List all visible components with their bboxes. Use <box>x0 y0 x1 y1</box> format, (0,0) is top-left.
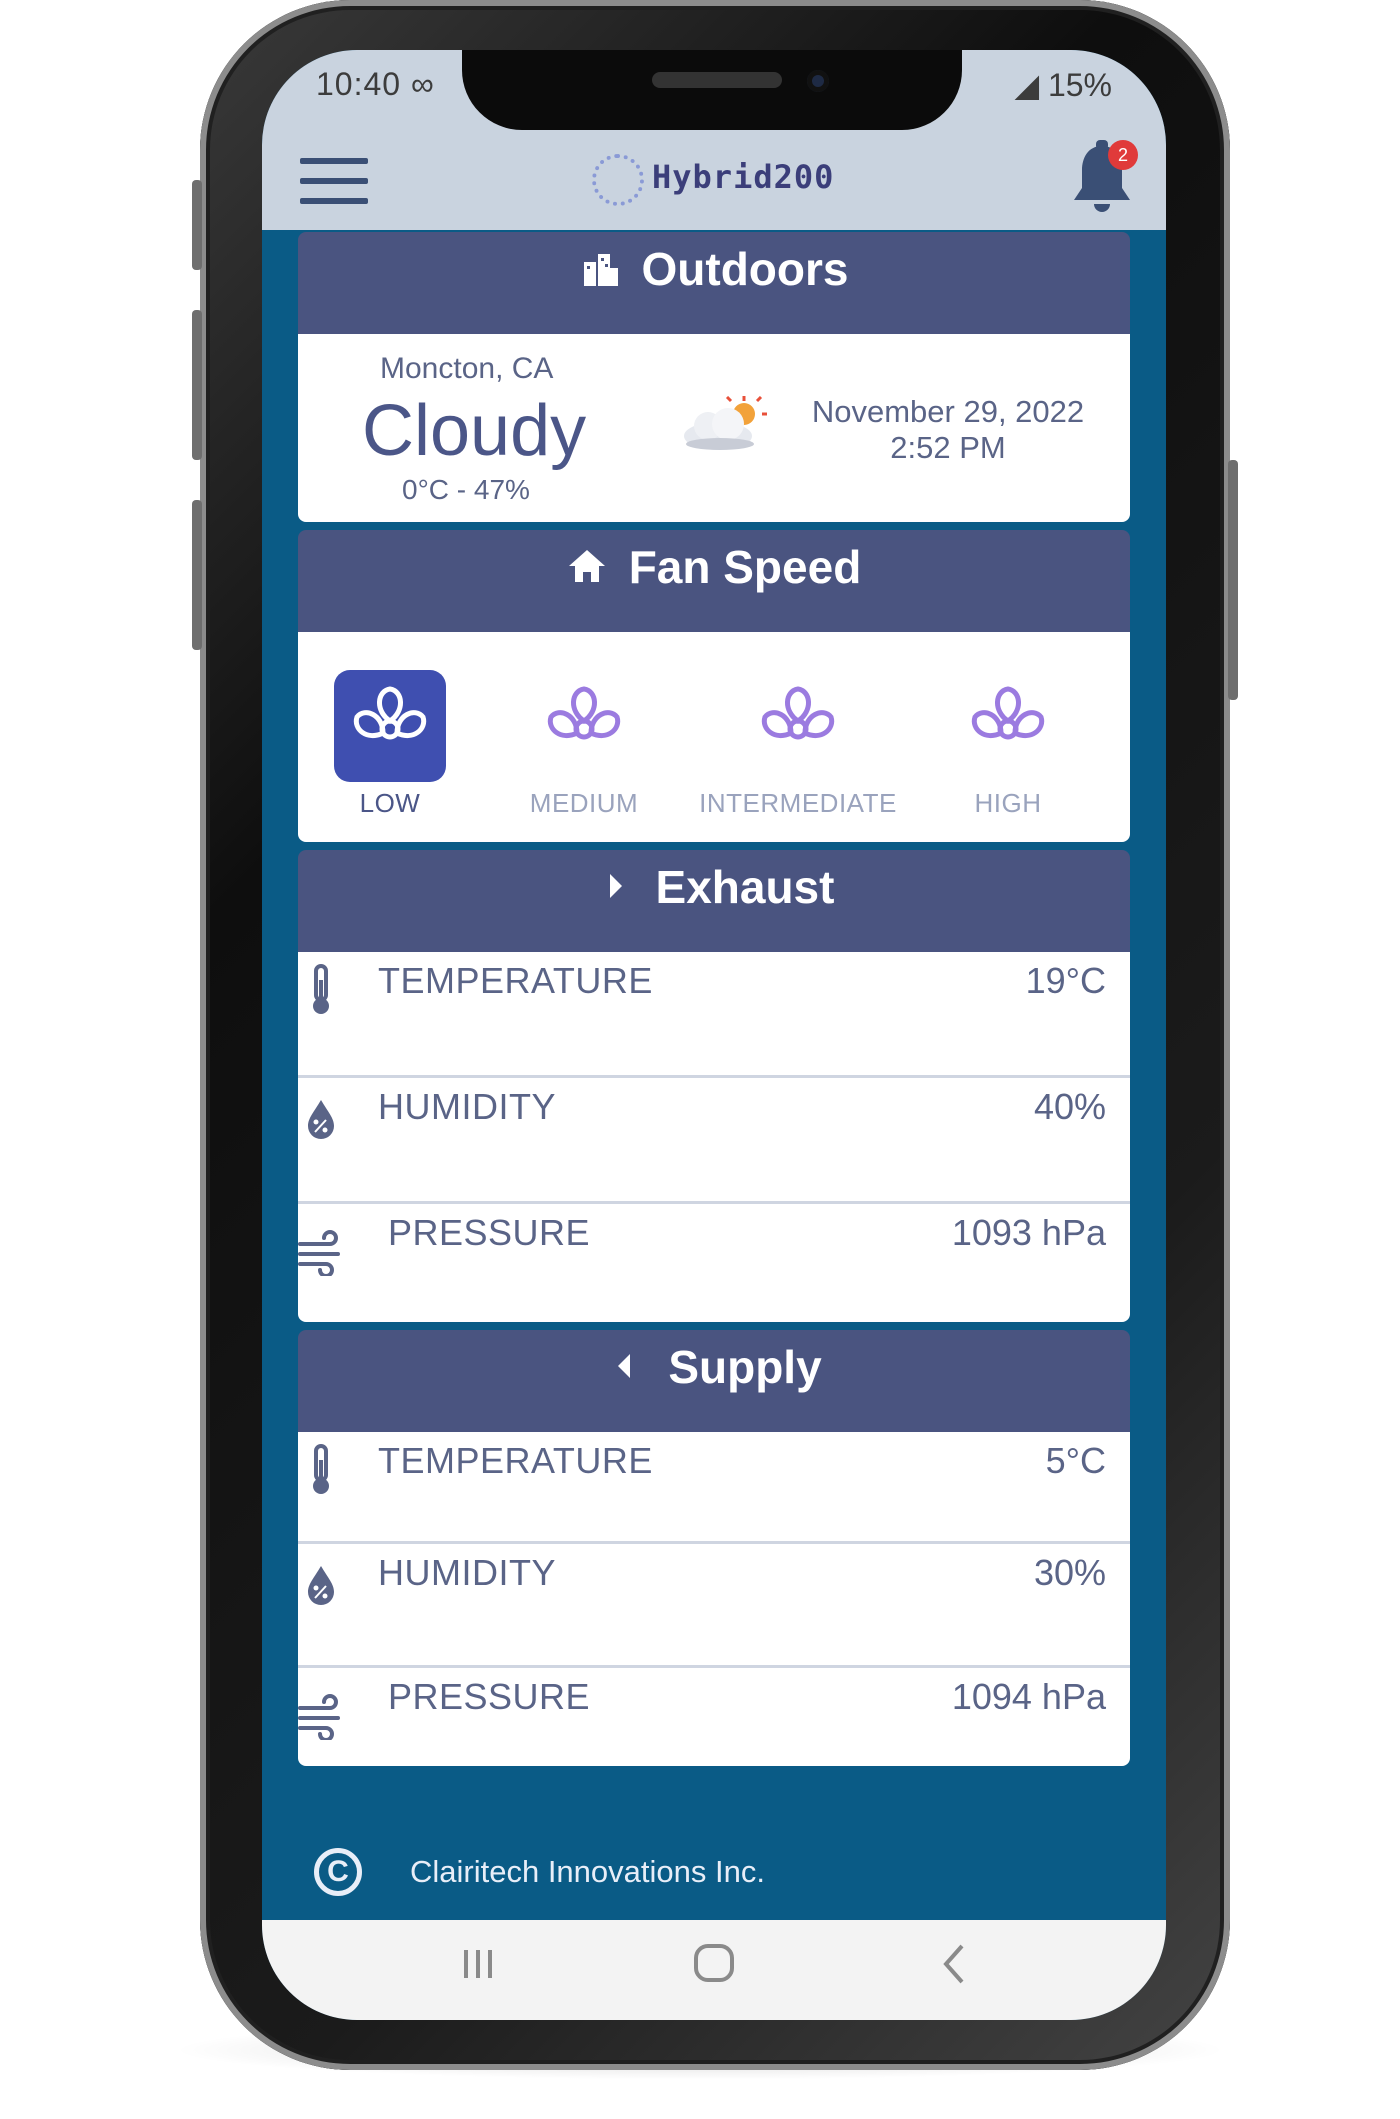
status-time: 10:40 ∞ <box>316 66 435 102</box>
exhaust-temperature-row: TEMPERATURE 19°C <box>298 952 1130 1078</box>
fan-speed-card: LOW MEDIUM INTERMEDIATE HIGH <box>298 632 1130 842</box>
back-icon[interactable] <box>916 1934 996 1994</box>
supply-title: Supply <box>668 1341 822 1393</box>
fan-option-low[interactable]: LOW <box>300 670 480 830</box>
metric-value: 1094 hPa <box>951 1676 1106 1717</box>
volume-down-button <box>192 500 202 650</box>
phone-screen: 10:40 ∞ ◢ 15% Hybrid200 2 Outdoors Monct… <box>262 50 1166 2020</box>
fan-icon-box-high <box>952 670 1064 782</box>
supply-pressure-row: PRESSURE 1094 hPa <box>298 1668 1130 1766</box>
cloud-sun-icon <box>684 396 767 450</box>
home-icon <box>568 550 605 582</box>
top-area: 10:40 ∞ ◢ 15% Hybrid200 2 <box>262 50 1166 230</box>
caret-right-icon <box>609 874 622 898</box>
fan-label-medium: MEDIUM <box>529 788 639 818</box>
fan-label-intermediate: INTERMEDIATE <box>699 788 897 818</box>
exhaust-pressure-row: PRESSURE 1093 hPa <box>298 1204 1130 1322</box>
status-battery: ◢ 15% <box>1014 66 1112 104</box>
metric-label: PRESSURE <box>388 1212 591 1253</box>
main-content: Outdoors Moncton, CA Cloudy 0°C - 47% No… <box>298 232 1130 1774</box>
thermometer-icon <box>313 964 329 1014</box>
footer-text: Clairitech Innovations Inc. <box>410 1854 765 1889</box>
weather-date: November 29, 2022 <box>811 394 1085 429</box>
supply-card: TEMPERATURE 5°C HUMIDITY 30% PRESSURE 10… <box>298 1432 1130 1766</box>
supply-header[interactable]: Supply <box>298 1330 1130 1432</box>
outdoors-header: Outdoors <box>298 232 1130 334</box>
fan-label-high: HIGH <box>974 788 1042 818</box>
mute-switch <box>192 180 202 270</box>
fan-speed-header: Fan Speed <box>298 530 1130 632</box>
recent-apps-icon[interactable] <box>438 1934 518 1994</box>
fan-option-high[interactable]: HIGH <box>918 670 1098 830</box>
exhaust-header[interactable]: Exhaust <box>298 850 1130 952</box>
thermometer-icon <box>313 1444 329 1494</box>
metric-label: HUMIDITY <box>378 1086 556 1127</box>
weather-temp-humidity: 0°C - 47% <box>402 474 530 505</box>
supply-humidity-row: HUMIDITY 30% <box>298 1544 1130 1668</box>
metric-label: TEMPERATURE <box>378 960 653 1001</box>
metric-value: 5°C <box>1045 1440 1106 1481</box>
fan-label-low: LOW <box>359 788 421 818</box>
weather-location: Moncton, CA <box>380 352 554 385</box>
android-nav-bar <box>262 1920 1166 2020</box>
front-camera <box>807 70 829 92</box>
notch <box>462 50 962 130</box>
speaker-grille <box>652 72 782 88</box>
weather-datetime: November 29, 2022 2:52 PM <box>788 394 1108 466</box>
notifications-bell-icon[interactable]: 2 <box>1066 140 1138 218</box>
caret-left-icon <box>618 1354 631 1378</box>
metric-label: PRESSURE <box>388 1676 591 1717</box>
fan-option-intermediate[interactable]: INTERMEDIATE <box>688 670 908 830</box>
humidity-drop-icon <box>308 1100 334 1139</box>
battery-percent: 15% <box>1047 67 1112 103</box>
exhaust-card: TEMPERATURE 19°C HUMIDITY 40% PRESSURE 1… <box>298 952 1130 1322</box>
app-name: Hybrid200 <box>652 158 835 196</box>
hamburger-menu-icon[interactable] <box>300 158 368 206</box>
metric-value: 1093 hPa <box>951 1212 1106 1253</box>
exhaust-humidity-row: HUMIDITY 40% <box>298 1078 1130 1204</box>
metric-label: TEMPERATURE <box>378 1440 653 1481</box>
power-button <box>1228 460 1238 700</box>
wind-icon <box>298 1694 340 1740</box>
weather-condition: Cloudy <box>362 391 587 471</box>
city-buildings-icon <box>583 254 618 286</box>
humidity-drop-icon <box>308 1566 334 1605</box>
exhaust-title: Exhaust <box>655 861 835 913</box>
fan-icon <box>761 686 835 740</box>
signal-icon: ◢ <box>1014 67 1040 103</box>
fan-option-medium[interactable]: MEDIUM <box>494 670 674 830</box>
metric-value: 30% <box>1033 1552 1106 1593</box>
wind-icon <box>298 1230 340 1276</box>
fan-speed-title: Fan Speed <box>628 541 862 593</box>
weather-time: 2:52 PM <box>890 430 1006 465</box>
metric-label: HUMIDITY <box>378 1552 556 1593</box>
fan-icon <box>353 686 427 740</box>
logo-ring-icon <box>592 154 644 206</box>
app-logo: Hybrid200 <box>592 148 852 208</box>
notification-badge: 2 <box>1108 140 1138 170</box>
home-button-icon[interactable] <box>674 1934 754 1994</box>
fan-icon-box-low <box>334 670 446 782</box>
fan-icon-box-intermediate <box>742 670 854 782</box>
metric-value: 40% <box>1033 1086 1106 1127</box>
footer: C Clairitech Innovations Inc. <box>262 1840 1166 1920</box>
fan-icon <box>547 686 621 740</box>
app-bar: Hybrid200 2 <box>262 130 1166 230</box>
outdoors-title: Outdoors <box>641 243 849 295</box>
fan-icon-box-medium <box>528 670 640 782</box>
outdoors-card: Moncton, CA Cloudy 0°C - 47% November 29… <box>298 334 1130 522</box>
supply-temperature-row: TEMPERATURE 5°C <box>298 1432 1130 1544</box>
copyright-icon: C <box>314 1848 362 1896</box>
volume-up-button <box>192 310 202 460</box>
metric-value: 19°C <box>1025 960 1106 1001</box>
fan-icon <box>971 686 1045 740</box>
